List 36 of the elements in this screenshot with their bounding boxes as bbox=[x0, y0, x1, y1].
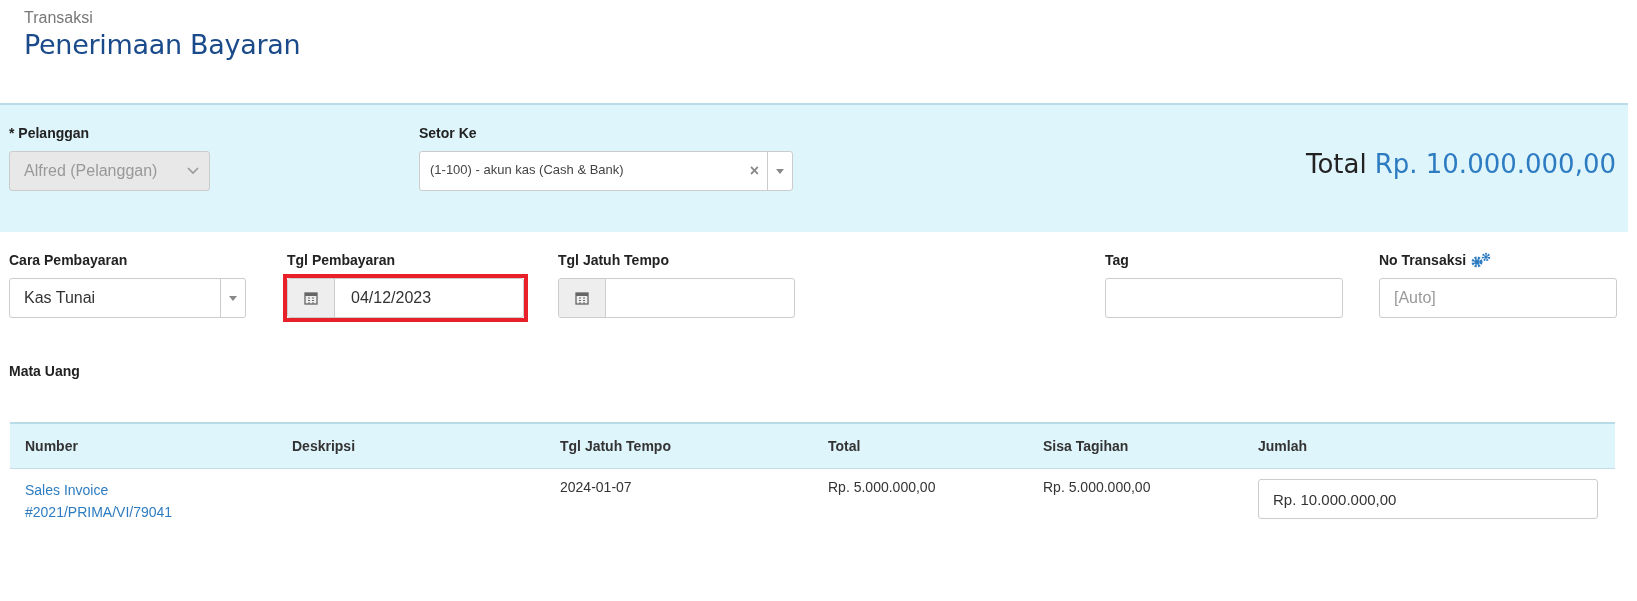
page-title: Penerimaan Bayaran bbox=[24, 29, 302, 60]
field-label: Setor Ke bbox=[419, 125, 478, 141]
date-field[interactable] bbox=[558, 278, 795, 318]
calendar-icon bbox=[575, 291, 589, 305]
field-label: Mata Uang bbox=[9, 363, 81, 381]
table-cell: Rp. 5.000.000,00 bbox=[828, 479, 936, 495]
account-select[interactable]: (1-100) - akun kas (Cash & Bank) × bbox=[419, 151, 793, 191]
field-label: No Transaksi bbox=[1379, 252, 1467, 268]
table-cell: Rp. 5.000.000,00 bbox=[1043, 479, 1151, 495]
caret-icon bbox=[776, 168, 784, 174]
amount-input[interactable]: Rp. 10.000.000,00 bbox=[1258, 479, 1598, 519]
calendar-icon bbox=[304, 291, 318, 305]
transaction-number-input[interactable]: [Auto] bbox=[1379, 278, 1617, 318]
caret-icon bbox=[229, 295, 237, 301]
date-field[interactable]: 04/12/2023 bbox=[287, 278, 524, 318]
column-header: Jumlah bbox=[1257, 438, 1308, 454]
chevron-icon bbox=[187, 167, 199, 175]
payment-method-select[interactable]: Kas Tunai bbox=[9, 278, 246, 318]
total-label: Total bbox=[1305, 149, 1367, 179]
column-header: Sisa Tagihan bbox=[1042, 438, 1130, 454]
invoice-link[interactable]: Sales Invoice #2021/PRIMA/VI/79041 bbox=[25, 479, 205, 523]
field-label: Tgl Pembayaran bbox=[287, 252, 397, 268]
field-label: Tag bbox=[1105, 252, 1130, 268]
field-label: Tgl Jatuh Tempo bbox=[558, 252, 670, 268]
table-cell: 2024-01-07 bbox=[560, 479, 632, 495]
column-header: Total bbox=[827, 438, 862, 454]
column-header: Tgl Jatuh Tempo bbox=[559, 438, 672, 454]
breadcrumb: Transaksi bbox=[24, 9, 94, 27]
clear-button[interactable]: × bbox=[749, 162, 759, 180]
gears-icon[interactable] bbox=[1470, 252, 1493, 268]
field-label: Cara Pembayaran bbox=[9, 252, 129, 268]
column-header: Number bbox=[24, 438, 79, 454]
tag-input[interactable] bbox=[1105, 278, 1343, 318]
total-amount: Rp. 10.000.000,00 bbox=[1374, 149, 1616, 179]
column-header: Deskripsi bbox=[291, 438, 357, 454]
field-label: * Pelanggan bbox=[9, 125, 91, 141]
